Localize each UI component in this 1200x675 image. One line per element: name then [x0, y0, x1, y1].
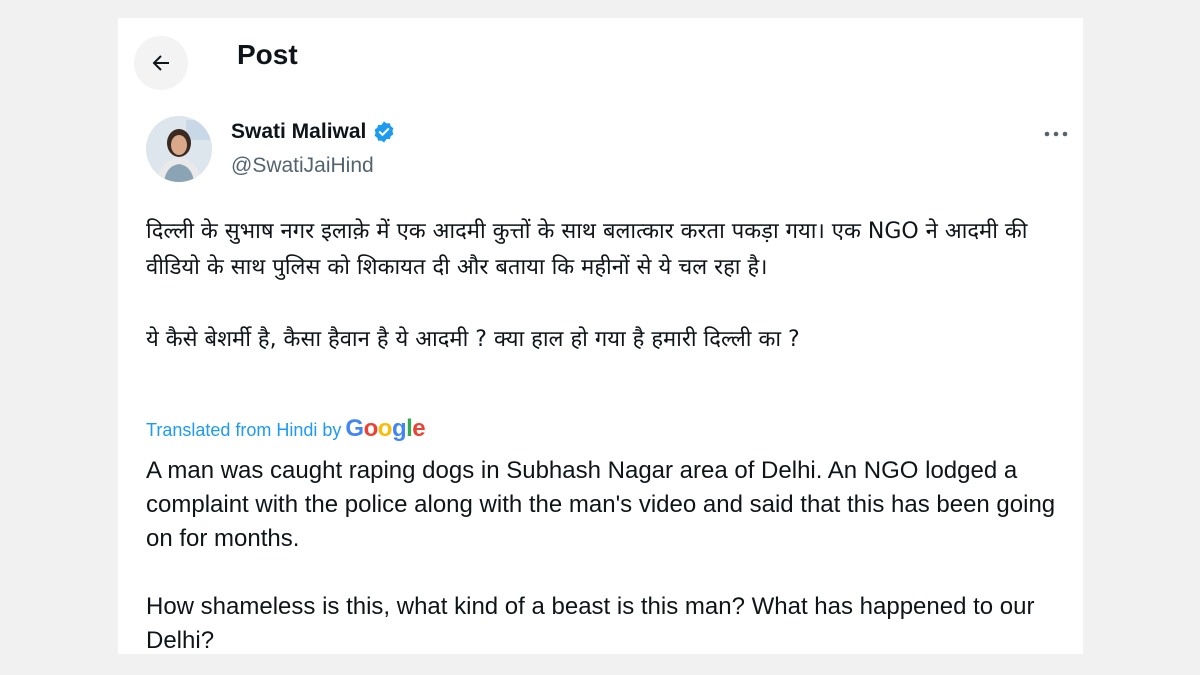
verified-badge-icon[interactable] — [372, 120, 396, 144]
top-bar: Post — [118, 18, 1083, 90]
translation-label: Translated from Hindi by — [146, 420, 342, 440]
post-card: Post Swati Maliwal @SwatiJaiHind दिल्ली … — [118, 18, 1083, 654]
more-options-button[interactable] — [1036, 120, 1076, 148]
author-handle[interactable]: @SwatiJaiHind — [231, 154, 374, 178]
more-horizontal-icon — [1044, 131, 1068, 137]
avatar-photo-icon — [146, 116, 212, 182]
author-display-name[interactable]: Swati Maliwal — [231, 120, 366, 144]
post-original-paragraph: दिल्ली के सुभाष नगर इलाक़े में एक आदमी क… — [146, 219, 1028, 280]
post-original-text: दिल्ली के सुभाष नगर इलाक़े में एक आदमी क… — [146, 214, 1076, 358]
post-translated-text: A man was caught raping dogs in Subhash … — [146, 454, 1066, 654]
google-logo: Google — [345, 415, 426, 442]
post-original-paragraph: ये कैसे बेशर्मी है, कैसा हैवान है ये आदम… — [146, 327, 800, 352]
translation-attribution[interactable]: Translated from Hindi by Google — [146, 415, 426, 443]
author-name-row: Swati Maliwal — [231, 120, 396, 144]
back-button[interactable] — [134, 36, 188, 90]
arrow-left-icon — [152, 55, 169, 71]
post-translated-paragraph: How shameless is this, what kind of a be… — [146, 593, 1035, 654]
page-title: Post — [237, 39, 298, 70]
avatar[interactable] — [146, 116, 212, 182]
post-translated-paragraph: A man was caught raping dogs in Subhash … — [146, 457, 1056, 552]
